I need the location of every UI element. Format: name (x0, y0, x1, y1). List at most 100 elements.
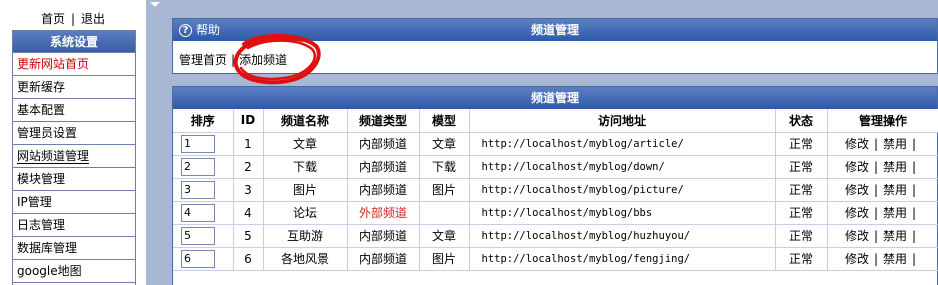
sidebar-item-database-management[interactable]: 数据库管理 (13, 237, 135, 260)
sidebar-item-module-management[interactable]: 模块管理 (13, 168, 135, 191)
order-input[interactable] (181, 249, 215, 268)
order-cell (173, 178, 234, 202)
order-input[interactable] (181, 157, 215, 176)
collapse-arrow-icon[interactable] (150, 2, 160, 7)
header-order: 排序 (173, 109, 234, 133)
action-separator: | (873, 137, 878, 151)
breadcrumb-separator: | (231, 53, 236, 67)
sidebar-item-channel-management[interactable]: 网站频道管理 (13, 145, 135, 168)
type-cell: 内部频道 (347, 178, 420, 202)
channel-table: 排序 ID 频道名称 频道类型 模型 访问地址 状态 管理操作 1 文章 内部频… (173, 109, 938, 271)
order-input[interactable] (181, 226, 215, 245)
table-header-row: 排序 ID 频道名称 频道类型 模型 访问地址 状态 管理操作 (173, 109, 938, 133)
channel-header-panel: ? 帮助 频道管理 管理首页 | 添加频道 (172, 18, 938, 74)
action-separator: | (873, 252, 878, 266)
id-cell: 4 (233, 201, 264, 225)
url-cell: http://localhost/myblog/bbs (469, 201, 776, 225)
order-input[interactable] (181, 203, 215, 222)
type-cell: 内部频道 (347, 155, 420, 179)
disable-link[interactable]: 禁用 (883, 252, 907, 266)
table-row: 2 下载 内部频道 下载 http://localhost/myblog/dow… (173, 155, 938, 179)
disable-link[interactable]: 禁用 (883, 183, 907, 197)
id-cell: 5 (233, 224, 264, 248)
actions-cell: 修改 | 禁用 | (827, 178, 938, 202)
sidebar-item-log-management[interactable]: 日志管理 (13, 214, 135, 237)
page-title: 频道管理 (530, 23, 579, 37)
edit-link[interactable]: 修改 (845, 137, 869, 151)
settings-menu: 系统设置 更新网站首页 更新缓存 基本配置 管理员设置 网站频道管理 模块管理 … (12, 30, 136, 285)
edit-link[interactable]: 修改 (845, 252, 869, 266)
order-cell (173, 201, 234, 225)
name-cell: 图片 (263, 178, 348, 202)
sidebar-item-ip-management[interactable]: IP管理 (13, 191, 135, 214)
type-cell-external: 外部频道 (347, 201, 420, 225)
type-cell: 内部频道 (347, 247, 420, 271)
breadcrumb-admin-home[interactable]: 管理首页 (179, 53, 227, 67)
settings-menu-title: 系统设置 (13, 31, 135, 53)
order-input[interactable] (181, 134, 215, 153)
model-cell: 文章 (419, 224, 470, 248)
sidebar-item-channel-management-label: 网站频道管理 (17, 149, 90, 164)
edit-link[interactable]: 修改 (845, 229, 869, 243)
sidebar-item-admin-settings[interactable]: 管理员设置 (13, 122, 135, 145)
id-cell: 2 (233, 155, 264, 179)
name-cell: 互助游 (263, 224, 348, 248)
model-cell: 图片 (419, 247, 470, 271)
name-cell: 论坛 (263, 201, 348, 225)
url-cell: http://localhost/myblog/picture/ (469, 178, 776, 202)
model-cell (419, 201, 470, 225)
name-cell: 各地风景 (263, 247, 348, 271)
sidebar-item-google-map[interactable]: google地图 (13, 260, 135, 283)
header-actions: 管理操作 (827, 109, 938, 133)
disable-link[interactable]: 禁用 (883, 229, 907, 243)
actions-cell: 修改 | 禁用 | (827, 132, 938, 156)
frame-divider[interactable] (146, 0, 164, 285)
action-separator-trailing: | (912, 183, 917, 197)
model-cell: 文章 (419, 132, 470, 156)
action-separator-trailing: | (912, 160, 917, 174)
order-input[interactable] (181, 180, 215, 199)
channel-list-title: 频道管理 (173, 87, 937, 109)
action-separator: | (873, 206, 878, 220)
name-cell: 文章 (263, 132, 348, 156)
action-separator-trailing: | (912, 137, 917, 151)
status-cell: 正常 (775, 224, 828, 248)
disable-link[interactable]: 禁用 (883, 137, 907, 151)
order-cell (173, 224, 234, 248)
sidebar-item-update-homepage[interactable]: 更新网站首页 (13, 53, 135, 76)
name-cell: 下载 (263, 155, 348, 179)
model-cell: 下载 (419, 155, 470, 179)
breadcrumb-add-channel[interactable]: 添加频道 (239, 53, 287, 67)
table-row: 1 文章 内部频道 文章 http://localhost/myblog/art… (173, 132, 938, 156)
status-cell: 正常 (775, 155, 828, 179)
status-cell: 正常 (775, 247, 828, 271)
type-cell: 内部频道 (347, 132, 420, 156)
home-link[interactable]: 首页 (41, 12, 65, 26)
help-label: 帮助 (196, 23, 221, 37)
sidebar-item-basic-config[interactable]: 基本配置 (13, 99, 135, 122)
action-separator: | (873, 229, 878, 243)
action-separator-trailing: | (912, 229, 917, 243)
header-id: ID (233, 109, 264, 133)
url-cell: http://localhost/myblog/huzhuyou/ (469, 224, 776, 248)
edit-link[interactable]: 修改 (845, 206, 869, 220)
id-cell: 6 (233, 247, 264, 271)
action-separator-trailing: | (912, 252, 917, 266)
disable-link[interactable]: 禁用 (883, 160, 907, 174)
header-url: 访问地址 (469, 109, 776, 133)
disable-link[interactable]: 禁用 (883, 206, 907, 220)
help-link[interactable]: ? 帮助 (179, 19, 220, 41)
table-row: 4 论坛 外部频道 http://localhost/myblog/bbs 正常… (173, 201, 938, 225)
id-cell: 1 (233, 132, 264, 156)
help-icon: ? (179, 23, 192, 37)
header-model: 模型 (419, 109, 470, 133)
logout-link[interactable]: 退出 (81, 12, 105, 26)
order-cell (173, 155, 234, 179)
actions-cell: 修改 | 禁用 | (827, 155, 938, 179)
edit-link[interactable]: 修改 (845, 160, 869, 174)
order-cell (173, 247, 234, 271)
sidebar-item-update-cache[interactable]: 更新缓存 (13, 76, 135, 99)
edit-link[interactable]: 修改 (845, 183, 869, 197)
model-cell: 图片 (419, 178, 470, 202)
table-row: 3 图片 内部频道 图片 http://localhost/myblog/pic… (173, 178, 938, 202)
